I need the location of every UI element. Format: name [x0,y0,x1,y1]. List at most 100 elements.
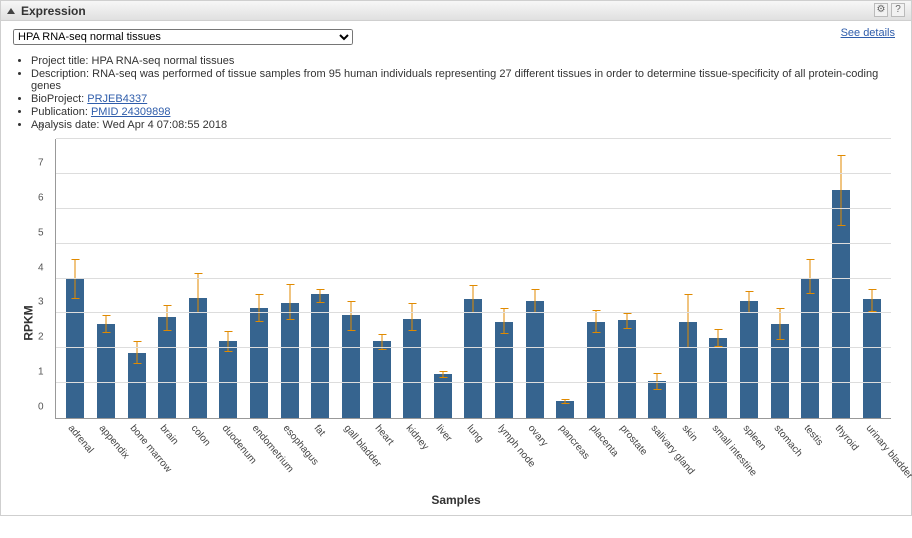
y-tick-label: 6 [38,192,44,203]
bar-slot [458,139,489,418]
panel-header: Expression ⚙ ? [1,1,911,21]
publication-link[interactable]: PMID 24309898 [91,106,171,118]
panel-title: Expression [21,4,86,18]
bar-slot [274,139,305,418]
error-bar [749,291,750,314]
x-tick-label: pancreas [550,419,581,491]
bar[interactable] [250,308,268,418]
settings-icon[interactable]: ⚙ [874,3,888,17]
x-tick-label: heart [366,419,397,491]
x-tick-label: kidney [396,419,427,491]
y-axis-label: RPKM [22,305,36,340]
error-bar [534,289,535,313]
bar[interactable] [801,279,819,419]
x-tick-label: placenta [580,419,611,491]
error-bar [442,371,443,378]
error-bar [289,284,290,321]
x-tick-label: gall bladder [335,419,366,491]
bar-slot [397,139,428,418]
bar-slot [642,139,673,418]
x-tick-label: salivary gland [642,419,673,491]
error-bar [350,301,351,331]
bar[interactable] [219,341,237,418]
bar[interactable] [709,338,727,418]
error-bar [840,155,841,226]
error-bar [105,315,106,332]
dataset-select[interactable]: HPA RNA-seq normal tissues [13,29,353,45]
bar[interactable] [495,322,513,418]
bar[interactable] [863,299,881,418]
y-tick-label: 0 [38,402,44,413]
bar-slot [121,139,152,418]
grid-line [56,243,891,244]
bar[interactable] [618,320,636,418]
bar[interactable] [189,298,207,418]
y-tick-label: 3 [38,297,44,308]
error-bar [626,313,627,329]
x-tick-label: adrenal [59,419,90,491]
grid-line [56,278,891,279]
grid-line [56,382,891,383]
x-tick-label: esophagus [274,419,305,491]
error-bar [167,305,168,331]
bar[interactable] [373,341,391,418]
meta-label: Publication: [31,106,88,118]
bar-slot [91,139,122,418]
bar[interactable] [587,322,605,418]
meta-value: HPA RNA-seq normal tissues [92,55,235,67]
error-bar [197,273,198,313]
x-axis-label: Samples [13,493,899,507]
plot-area: 012345678 [55,139,891,419]
error-bar [871,289,872,312]
expression-panel: Expression ⚙ ? See details HPA RNA-seq n… [0,0,912,516]
x-tick-label: stomach [764,419,795,491]
x-tick-label: small intestine [703,419,734,491]
x-tick-label: liver [427,419,458,491]
bar[interactable] [158,317,176,418]
meta-value: RNA-seq was performed of tissue samples … [31,68,878,92]
y-tick-label: 4 [38,262,44,273]
bar-slot [581,139,612,418]
meta-project-title: Project title: HPA RNA-seq normal tissue… [31,55,899,67]
grid-line [56,347,891,348]
meta-label: BioProject: [31,93,84,105]
meta-description: Description: RNA-seq was performed of ti… [31,68,899,92]
bar[interactable] [464,299,482,418]
x-tick-label: spleen [734,419,765,491]
bar-slot [734,139,765,418]
error-bar [228,331,229,352]
bar-slot [366,139,397,418]
collapse-icon[interactable] [7,8,15,14]
bars-container [56,139,891,418]
x-tick-label: fat [304,419,335,491]
error-bar [473,285,474,313]
grid-line [56,208,891,209]
x-tick-label: testis [795,419,826,491]
grid-line [56,312,891,313]
bar-slot [673,139,704,418]
x-tick-label: ovary [519,419,550,491]
bar[interactable] [526,301,544,418]
error-bar [75,259,76,299]
x-tick-label: thyroid [826,419,857,491]
bar[interactable] [403,319,421,418]
panel-body: See details HPA RNA-seq normal tissues P… [1,21,911,515]
help-icon[interactable]: ? [891,3,905,17]
meta-label: Description: [31,68,89,80]
bar[interactable] [740,301,758,418]
bar-slot [489,139,520,418]
bar-slot [519,139,550,418]
grid-line [56,173,891,174]
bar[interactable] [434,374,452,418]
bar-slot [213,139,244,418]
meta-bioproject: BioProject: PRJEB4337 [31,93,899,105]
bar[interactable] [97,324,115,418]
x-tick-label: skin [672,419,703,491]
x-tick-label: prostate [611,419,642,491]
see-details-link[interactable]: See details [841,27,895,39]
bar-slot [550,139,581,418]
x-tick-label: urinary bladder [856,419,887,491]
x-tick-label: endometrium [243,419,274,491]
bar-slot [183,139,214,418]
bioproject-link[interactable]: PRJEB4337 [87,93,147,105]
